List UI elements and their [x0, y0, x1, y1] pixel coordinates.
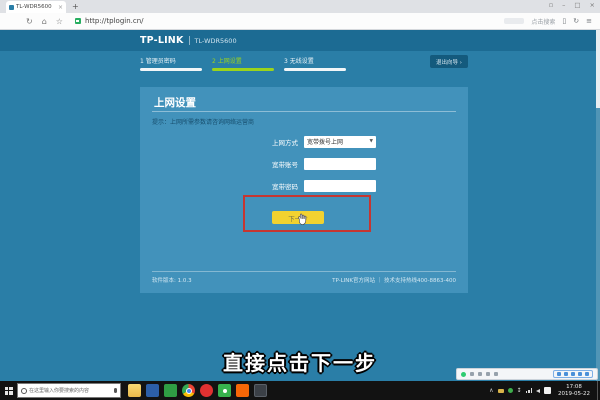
taskbar-search-placeholder: 在这里输入你要搜索的内容 — [29, 387, 112, 394]
toolbar-search-box[interactable]: 点击搜索 — [531, 17, 555, 26]
scrollbar-thumb[interactable] — [596, 30, 600, 108]
screen-recorder-toolbar — [456, 368, 598, 380]
ime-icon[interactable] — [544, 387, 551, 394]
taskbar-apps — [128, 384, 267, 397]
chrome-icon[interactable] — [182, 384, 195, 397]
clock-date: 2019-05-22 — [558, 391, 590, 398]
app-icon-green-circle[interactable] — [218, 384, 231, 397]
internet-settings-form: 上网方式 宽带拨号上网 ▼ 宽带账号 宽带密码 — [140, 135, 468, 201]
screen: TL-WDR5600 × + ▫ – □ × ↻ ⌂ ☆ http://tplo… — [0, 0, 600, 400]
maximize-button[interactable]: □ — [574, 1, 580, 9]
recorder-tool-icon[interactable] — [478, 372, 482, 376]
taskbar-search-box[interactable]: 在这里输入你要搜索的内容 — [17, 383, 121, 398]
internet-settings-panel: 上网设置 提示：上网所需参数请咨询网络运营商 上网方式 宽带拨号上网 ▼ 宽带账… — [140, 87, 468, 293]
cursor-hand-icon — [297, 213, 308, 226]
connection-type-select[interactable]: 宽带拨号上网 ▼ — [304, 136, 376, 148]
widget-icon[interactable]: ▫ — [549, 1, 553, 9]
clock-time: 17:08 — [558, 384, 590, 391]
app-icon-dark[interactable] — [254, 384, 267, 397]
step-wireless-settings: 3 无线设置 — [284, 56, 346, 71]
history-icon[interactable]: ↻ — [573, 17, 579, 25]
panel-footer: 软件版本: 1.0.3 TP-LINK官方网站 ｜ 技术支持热线400-8863… — [152, 271, 456, 284]
close-button[interactable]: × — [590, 1, 595, 9]
tab-favicon-icon — [9, 5, 14, 10]
refresh-icon[interactable]: ↻ — [26, 17, 33, 26]
form-row-connection-type: 上网方式 宽带拨号上网 ▼ — [140, 135, 468, 148]
draw-tool-icon[interactable] — [564, 372, 568, 376]
tray-updown-icon[interactable]: ↕ — [517, 387, 522, 394]
app-icon-orange[interactable] — [236, 384, 249, 397]
toolbar-extension-chip[interactable] — [504, 18, 524, 24]
cortana-icon — [21, 388, 27, 394]
site-safety-icon — [75, 18, 81, 24]
network-icon[interactable] — [526, 388, 533, 393]
panel-title: 上网设置 — [154, 95, 196, 110]
home-icon[interactable]: ⌂ — [42, 17, 47, 26]
favorite-star-icon[interactable]: ☆ — [56, 17, 63, 26]
draw-tool-icon[interactable] — [578, 372, 582, 376]
recorder-tool-icon[interactable] — [486, 372, 490, 376]
recorder-tool-icon[interactable] — [494, 372, 498, 376]
wizard-steps: 1 管理员密码 2 上网设置 3 无线设置 — [140, 56, 346, 71]
tab-title: TL-WDR5600 — [16, 4, 52, 10]
broadband-password-label: 宽带密码 — [232, 181, 298, 191]
tray-folder-icon[interactable] — [498, 389, 504, 393]
draw-tool-icon[interactable] — [571, 372, 575, 376]
step-progress-bar — [284, 68, 346, 71]
speaker-icon[interactable] — [536, 389, 540, 393]
recorder-draw-tools — [553, 370, 593, 378]
windows-logo-icon — [5, 387, 13, 395]
step-progress-bar — [140, 68, 202, 71]
panel-hint: 提示：上网所需参数请咨询网络运营商 — [152, 117, 254, 126]
chevron-down-icon: ▼ — [370, 139, 373, 144]
taskbar: 在这里输入你要搜索的内容 ∧ ↕ 17:08 2019-05-22 — [0, 381, 600, 400]
minimize-button[interactable]: – — [562, 1, 565, 9]
tplink-logo: TP-LINK — [140, 35, 184, 46]
draw-tool-icon[interactable] — [585, 372, 589, 376]
step-internet-settings: 2 上网设置 — [212, 56, 274, 71]
app-icon-green[interactable] — [164, 384, 177, 397]
browser-toolbar: ↻ ⌂ ☆ http://tplogin.cn/ 点击搜索 ▯ ↻ ≡ — [0, 13, 600, 30]
draw-tool-icon[interactable] — [557, 372, 561, 376]
broadband-account-input[interactable] — [304, 158, 376, 170]
microphone-icon[interactable] — [114, 388, 117, 393]
tray-security-icon[interactable] — [508, 388, 513, 393]
record-dot-icon[interactable] — [461, 372, 466, 377]
router-setup-page: TP-LINK TL-WDR5600 1 管理员密码 2 上网设置 3 无线设置… — [0, 30, 600, 381]
broadband-account-label: 宽带账号 — [232, 159, 298, 169]
toolbar-right: 点击搜索 ▯ ↻ ≡ — [504, 17, 600, 26]
page-header: TP-LINK TL-WDR5600 — [0, 30, 600, 51]
support-links[interactable]: TP-LINK官方网站 ｜ 技术支持热线400-8863-400 — [332, 276, 456, 284]
menu-icon[interactable]: ≡ — [586, 17, 592, 25]
broadband-password-input[interactable] — [304, 180, 376, 192]
address-bar[interactable]: http://tplogin.cn/ — [85, 17, 144, 25]
router-model: TL-WDR5600 — [195, 37, 237, 45]
app-icon-blue[interactable] — [146, 384, 159, 397]
form-row-account: 宽带账号 — [140, 157, 468, 170]
app-icon-red[interactable] — [200, 384, 213, 397]
title-divider — [152, 111, 456, 112]
system-tray: ∧ ↕ 17:08 2019-05-22 — [489, 381, 600, 400]
software-version: 软件版本: 1.0.3 — [152, 276, 192, 284]
browser-tabstrip: TL-WDR5600 × + ▫ – □ × — [0, 0, 600, 13]
connection-type-value: 宽带拨号上网 — [307, 137, 343, 146]
new-tab-button[interactable]: + — [72, 2, 79, 11]
connection-type-label: 上网方式 — [232, 137, 298, 147]
step-admin-password: 1 管理员密码 — [140, 56, 202, 71]
step-progress-bar — [212, 68, 274, 71]
start-button[interactable] — [0, 381, 17, 400]
file-explorer-icon[interactable] — [128, 384, 141, 397]
tab-close-icon[interactable]: × — [58, 4, 63, 11]
logo-divider — [189, 36, 190, 45]
window-controls: ▫ – □ × — [549, 1, 595, 9]
taskbar-clock[interactable]: 17:08 2019-05-22 — [558, 384, 590, 398]
exit-wizard-button[interactable]: 退出向导 › — [430, 55, 468, 68]
page-scrollbar[interactable] — [596, 30, 600, 381]
phone-sync-icon[interactable]: ▯ — [562, 17, 566, 25]
recorder-tool-icon[interactable] — [470, 372, 474, 376]
tray-expand-icon[interactable]: ∧ — [489, 387, 493, 394]
form-row-password: 宽带密码 — [140, 179, 468, 192]
browser-tab[interactable]: TL-WDR5600 × — [6, 1, 66, 13]
